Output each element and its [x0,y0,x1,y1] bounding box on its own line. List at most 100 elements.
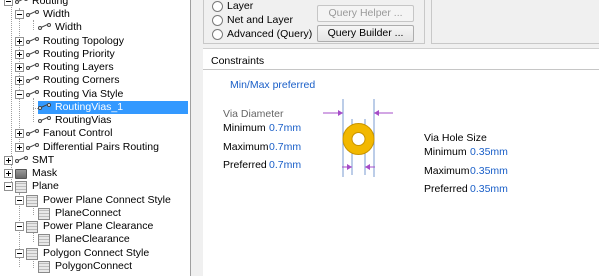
radio-advanced-label: Advanced (Query) [227,28,313,40]
tree-item-routing-priority[interactable]: Routing Priority [15,48,117,61]
expand-icon[interactable] [15,50,24,59]
tree-item-planeconnect[interactable]: PlaneConnect [38,207,123,220]
tree-item-label: Routing Layers [43,61,114,73]
hole-preferred-label: Preferred [424,183,468,195]
query-builder-button[interactable]: Query Builder ... [317,25,414,42]
radio-layer[interactable]: Layer [212,0,253,12]
rule-icon [26,90,39,99]
radio-button-icon[interactable] [212,0,223,12]
expand-icon[interactable] [4,156,13,165]
rule-icon [38,23,51,32]
tree-item-width[interactable]: Width [15,8,72,21]
radio-net-and-layer[interactable]: Net and Layer [212,14,293,26]
expand-icon[interactable] [15,63,24,72]
tree-item-label: Power Plane Connect Style [43,194,171,206]
rule-icon [26,129,39,138]
diameter-right-arrowhead-icon [374,110,379,116]
collapse-icon[interactable] [15,196,24,205]
diameter-maximum-label: Maximum [223,141,269,153]
hole-minimum-value[interactable]: 0.35mm [470,146,508,158]
radio-advanced-query[interactable]: Advanced (Query) [212,28,312,40]
tree-item-width-rule[interactable]: Width [38,21,84,34]
tree-item-label: Routing Corners [43,74,120,86]
collapse-icon[interactable] [15,10,24,19]
tree-item-routing-topology[interactable]: Routing Topology [15,35,126,48]
tree-item-label: Routing [32,0,69,7]
tree-item-label: Routing Priority [43,48,115,60]
expand-icon[interactable] [4,169,13,178]
hole-left-arrowhead-icon [347,164,352,170]
tree-item-planeclearance[interactable]: PlaneClearance [38,233,132,246]
hole-maximum-value[interactable]: 0.35mm [470,165,508,177]
tree-item-label: Routing Topology [43,35,124,47]
hole-minimum-label: Minimum [424,146,467,158]
tree-item-smt[interactable]: SMT [4,154,56,167]
radio-button-icon[interactable] [212,28,223,40]
expand-icon[interactable] [15,37,24,46]
via-hole-size-label: Via Hole Size [424,132,487,144]
collapse-icon[interactable] [15,222,24,231]
expand-icon[interactable] [15,129,24,138]
collapse-icon[interactable] [15,90,24,99]
rule-icon [26,63,39,72]
collapse-icon[interactable] [15,249,24,258]
tree-item-routing[interactable]: Routing [4,0,70,8]
tree-item-mask[interactable]: Mask [4,167,59,180]
plane-icon [38,207,50,220]
tree-item-routingvias[interactable]: RoutingVias [38,114,113,127]
tree-item-label: RoutingVias_1 [53,101,126,114]
query-box-right-panel [431,0,599,44]
rule-icon [38,116,51,125]
tree-item-routing-via-style[interactable]: Routing Via Style [15,88,125,101]
tree-item-routing-layers[interactable]: Routing Layers [15,61,116,74]
collapse-icon[interactable] [4,182,13,191]
diameter-minimum-value[interactable]: 0.7mm [269,122,301,134]
tree-item-polygon-connect-style[interactable]: Polygon Connect Style [15,247,151,260]
tree-item-label: PolygonConnect [55,260,133,272]
tree-item-label: Fanout Control [43,127,113,139]
tree-item-differential-pairs-routing[interactable]: Differential Pairs Routing [15,141,161,154]
via-diameter-label: Via Diameter [223,108,284,120]
mask-icon [15,168,27,179]
tree-item-label: SMT [32,154,55,166]
hole-preferred-value[interactable]: 0.35mm [470,183,508,195]
radio-button-icon[interactable] [212,14,223,26]
divider [203,69,599,70]
tree-item-label: RoutingVias [55,114,112,126]
rule-icon [26,76,39,85]
tree-item-label: Differential Pairs Routing [43,141,159,153]
rule-tree[interactable]: Routing Width Width Routing Topology Rou… [0,0,191,276]
panel-splitter[interactable] [191,0,203,276]
diameter-preferred-label: Preferred [223,159,267,171]
tree-item-label: Plane [32,180,59,192]
diameter-maximum-value[interactable]: 0.7mm [269,141,301,153]
tree-item-polygonconnect[interactable]: PolygonConnect [38,260,134,273]
tree-item-routingvias-1[interactable]: RoutingVias_1 [38,101,188,114]
rule-icon [15,0,28,6]
tree-item-label: Mask [32,167,58,179]
expand-icon[interactable] [15,143,24,152]
tree-item-plane[interactable]: Plane [4,180,61,193]
tree-item-power-plane-connect-style[interactable]: Power Plane Connect Style [15,194,173,207]
diameter-minimum-label: Minimum [223,122,266,134]
smt-icon [15,156,28,165]
tree-item-fanout-control[interactable]: Fanout Control [15,127,114,140]
tree-item-power-plane-clearance[interactable]: Power Plane Clearance [15,220,155,233]
plane-icon [26,194,38,207]
collapse-icon[interactable] [4,0,13,6]
query-helper-button[interactable]: Query Helper ... [317,5,414,22]
tree-item-routing-corners[interactable]: Routing Corners [15,74,121,87]
tree-item-label: Width [55,21,82,33]
rule-icon [26,143,39,152]
plane-icon [26,247,38,260]
plane-icon [38,233,50,246]
rule-icon [26,50,39,59]
tree-item-label: PlaneClearance [55,233,130,245]
tree-item-label: PlaneConnect [55,207,121,219]
constraints-panel: Constraints Min/Max preferred Via Diamet… [203,48,599,276]
tree-item-label: Power Plane Clearance [43,220,154,232]
diameter-left-arrowhead-icon [338,110,343,116]
expand-icon[interactable] [15,76,24,85]
rule-icon [38,103,51,112]
diameter-preferred-value[interactable]: 0.7mm [269,159,301,171]
